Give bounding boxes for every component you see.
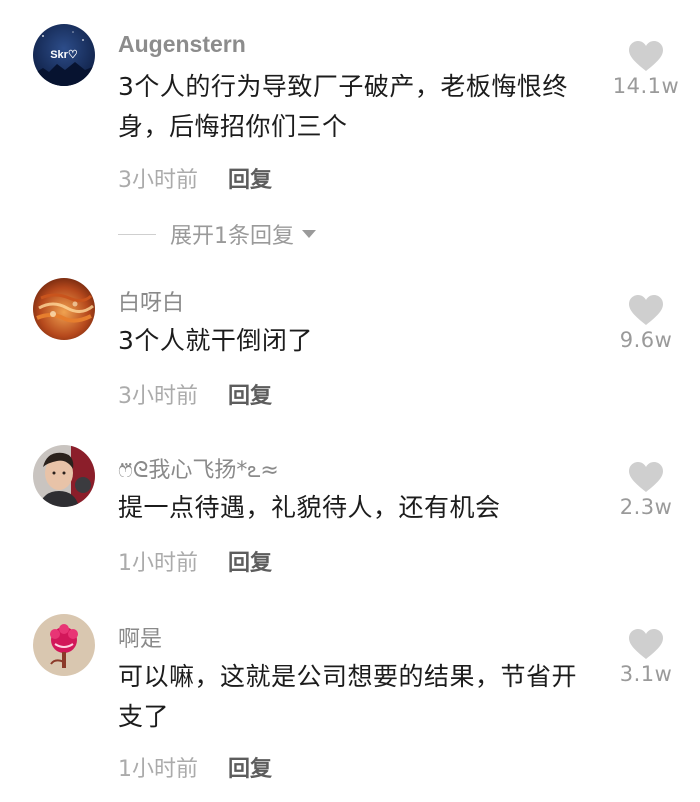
caret-down-icon xyxy=(302,230,316,238)
like-button[interactable]: 9.6w xyxy=(601,294,691,352)
avatar[interactable] xyxy=(33,445,95,507)
like-button[interactable]: 2.3w xyxy=(601,461,691,519)
comment-time: 1小时前 xyxy=(118,757,198,782)
reply-button[interactable]: 回复 xyxy=(228,168,272,193)
like-count: 9.6w xyxy=(619,328,673,352)
divider-line xyxy=(118,233,156,235)
comment-meta: 1小时前 回复 xyxy=(118,751,272,783)
avatar[interactable]: Skr♡ xyxy=(33,24,95,86)
expand-replies[interactable]: 展开1条回复 xyxy=(118,218,316,250)
heart-icon xyxy=(629,462,663,492)
comment-meta: 3小时前 回复 xyxy=(118,162,272,194)
avatar-text: Skr♡ xyxy=(50,49,78,61)
comment-text: 可以嘛，这就是公司想要的结果，节省开支了 xyxy=(118,662,578,731)
like-count: 2.3w xyxy=(619,495,673,519)
avatar[interactable] xyxy=(33,614,95,676)
comment-meta: 3小时前 回复 xyxy=(118,378,272,410)
expand-replies-label: 展开1条回复 xyxy=(170,224,294,249)
reply-button[interactable]: 回复 xyxy=(228,757,272,782)
like-button[interactable]: 14.1w xyxy=(601,40,691,98)
heart-icon xyxy=(629,629,663,659)
comment-time: 3小时前 xyxy=(118,384,198,409)
comment-time: 3小时前 xyxy=(118,168,198,193)
heart-icon xyxy=(629,295,663,325)
comment-username[interactable]: Augenstern xyxy=(118,31,246,58)
comment-username[interactable]: 啊是 xyxy=(118,621,162,653)
reply-button[interactable]: 回复 xyxy=(228,551,272,576)
comment-time: 1小时前 xyxy=(118,551,198,576)
like-count: 3.1w xyxy=(619,662,673,686)
like-count: 14.1w xyxy=(612,74,680,98)
comment-text: 提一点待遇，礼貌待人，还有机会 xyxy=(118,493,501,522)
comment-meta: 1小时前 回复 xyxy=(118,545,272,577)
like-button[interactable]: 3.1w xyxy=(601,628,691,686)
comment-text: 3个人就干倒闭了 xyxy=(118,326,313,355)
comment-username[interactable]: ෆ⃛ᘓ我心飞扬*ఽ≈ xyxy=(118,452,279,488)
heart-icon xyxy=(629,41,663,71)
avatar[interactable] xyxy=(33,278,95,340)
comment-text: 3个人的行为导致厂子破产，老板悔恨终身，后悔招你们三个 xyxy=(118,72,568,141)
comment-username[interactable]: 白呀白 xyxy=(118,285,184,317)
reply-button[interactable]: 回复 xyxy=(228,384,272,409)
